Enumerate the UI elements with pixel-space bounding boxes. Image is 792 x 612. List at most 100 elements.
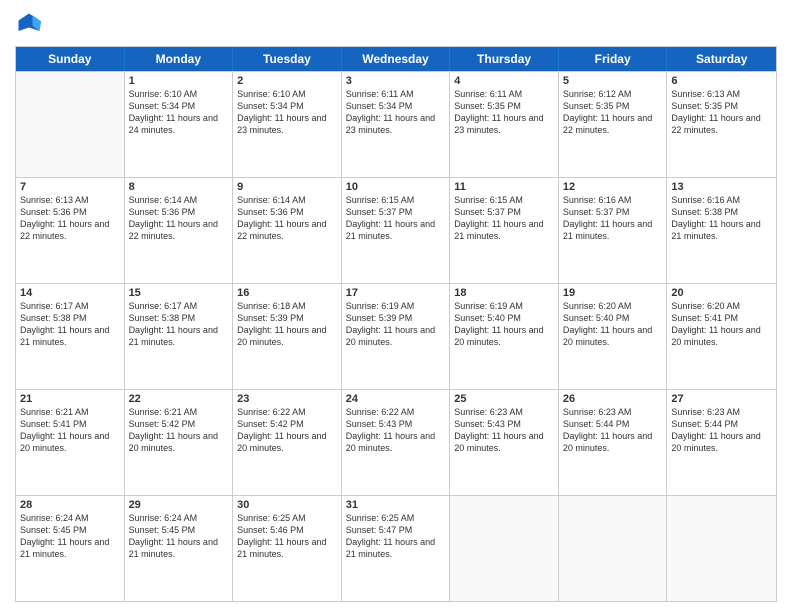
day-number: 3 — [346, 75, 446, 87]
day-cell-7: 7Sunrise: 6:13 AM Sunset: 5:36 PM Daylig… — [16, 178, 125, 283]
day-cell-30: 30Sunrise: 6:25 AM Sunset: 5:46 PM Dayli… — [233, 496, 342, 601]
day-cell-10: 10Sunrise: 6:15 AM Sunset: 5:37 PM Dayli… — [342, 178, 451, 283]
day-number: 31 — [346, 499, 446, 511]
calendar-week-4: 21Sunrise: 6:21 AM Sunset: 5:41 PM Dayli… — [16, 389, 776, 495]
day-number: 27 — [671, 393, 772, 405]
day-number: 5 — [563, 75, 663, 87]
day-info: Sunrise: 6:10 AM Sunset: 5:34 PM Dayligh… — [237, 88, 337, 137]
empty-cell — [667, 496, 776, 601]
day-info: Sunrise: 6:15 AM Sunset: 5:37 PM Dayligh… — [454, 194, 554, 243]
day-cell-18: 18Sunrise: 6:19 AM Sunset: 5:40 PM Dayli… — [450, 284, 559, 389]
day-cell-28: 28Sunrise: 6:24 AM Sunset: 5:45 PM Dayli… — [16, 496, 125, 601]
day-cell-9: 9Sunrise: 6:14 AM Sunset: 5:36 PM Daylig… — [233, 178, 342, 283]
day-cell-25: 25Sunrise: 6:23 AM Sunset: 5:43 PM Dayli… — [450, 390, 559, 495]
day-info: Sunrise: 6:11 AM Sunset: 5:34 PM Dayligh… — [346, 88, 446, 137]
calendar-week-2: 7Sunrise: 6:13 AM Sunset: 5:36 PM Daylig… — [16, 177, 776, 283]
day-number: 4 — [454, 75, 554, 87]
day-cell-2: 2Sunrise: 6:10 AM Sunset: 5:34 PM Daylig… — [233, 72, 342, 177]
day-info: Sunrise: 6:23 AM Sunset: 5:44 PM Dayligh… — [563, 406, 663, 455]
day-info: Sunrise: 6:15 AM Sunset: 5:37 PM Dayligh… — [346, 194, 446, 243]
day-cell-12: 12Sunrise: 6:16 AM Sunset: 5:37 PM Dayli… — [559, 178, 668, 283]
day-info: Sunrise: 6:14 AM Sunset: 5:36 PM Dayligh… — [237, 194, 337, 243]
day-cell-5: 5Sunrise: 6:12 AM Sunset: 5:35 PM Daylig… — [559, 72, 668, 177]
logo — [15, 10, 47, 38]
day-number: 7 — [20, 181, 120, 193]
day-cell-17: 17Sunrise: 6:19 AM Sunset: 5:39 PM Dayli… — [342, 284, 451, 389]
day-number: 8 — [129, 181, 229, 193]
day-number: 9 — [237, 181, 337, 193]
day-cell-16: 16Sunrise: 6:18 AM Sunset: 5:39 PM Dayli… — [233, 284, 342, 389]
day-number: 19 — [563, 287, 663, 299]
day-cell-22: 22Sunrise: 6:21 AM Sunset: 5:42 PM Dayli… — [125, 390, 234, 495]
day-cell-3: 3Sunrise: 6:11 AM Sunset: 5:34 PM Daylig… — [342, 72, 451, 177]
day-number: 30 — [237, 499, 337, 511]
day-info: Sunrise: 6:22 AM Sunset: 5:42 PM Dayligh… — [237, 406, 337, 455]
day-info: Sunrise: 6:11 AM Sunset: 5:35 PM Dayligh… — [454, 88, 554, 137]
day-info: Sunrise: 6:18 AM Sunset: 5:39 PM Dayligh… — [237, 300, 337, 349]
day-cell-15: 15Sunrise: 6:17 AM Sunset: 5:38 PM Dayli… — [125, 284, 234, 389]
logo-icon — [15, 10, 43, 38]
day-cell-20: 20Sunrise: 6:20 AM Sunset: 5:41 PM Dayli… — [667, 284, 776, 389]
day-of-week-wednesday: Wednesday — [342, 47, 451, 71]
day-cell-29: 29Sunrise: 6:24 AM Sunset: 5:45 PM Dayli… — [125, 496, 234, 601]
day-info: Sunrise: 6:12 AM Sunset: 5:35 PM Dayligh… — [563, 88, 663, 137]
day-cell-19: 19Sunrise: 6:20 AM Sunset: 5:40 PM Dayli… — [559, 284, 668, 389]
day-cell-6: 6Sunrise: 6:13 AM Sunset: 5:35 PM Daylig… — [667, 72, 776, 177]
calendar-week-5: 28Sunrise: 6:24 AM Sunset: 5:45 PM Dayli… — [16, 495, 776, 601]
day-info: Sunrise: 6:13 AM Sunset: 5:35 PM Dayligh… — [671, 88, 772, 137]
day-number: 16 — [237, 287, 337, 299]
day-cell-23: 23Sunrise: 6:22 AM Sunset: 5:42 PM Dayli… — [233, 390, 342, 495]
day-info: Sunrise: 6:24 AM Sunset: 5:45 PM Dayligh… — [20, 512, 120, 561]
day-number: 12 — [563, 181, 663, 193]
day-number: 13 — [671, 181, 772, 193]
day-number: 20 — [671, 287, 772, 299]
day-number: 26 — [563, 393, 663, 405]
day-cell-4: 4Sunrise: 6:11 AM Sunset: 5:35 PM Daylig… — [450, 72, 559, 177]
day-number: 1 — [129, 75, 229, 87]
day-cell-11: 11Sunrise: 6:15 AM Sunset: 5:37 PM Dayli… — [450, 178, 559, 283]
day-cell-26: 26Sunrise: 6:23 AM Sunset: 5:44 PM Dayli… — [559, 390, 668, 495]
day-info: Sunrise: 6:19 AM Sunset: 5:39 PM Dayligh… — [346, 300, 446, 349]
day-cell-8: 8Sunrise: 6:14 AM Sunset: 5:36 PM Daylig… — [125, 178, 234, 283]
day-cell-1: 1Sunrise: 6:10 AM Sunset: 5:34 PM Daylig… — [125, 72, 234, 177]
day-cell-13: 13Sunrise: 6:16 AM Sunset: 5:38 PM Dayli… — [667, 178, 776, 283]
day-cell-31: 31Sunrise: 6:25 AM Sunset: 5:47 PM Dayli… — [342, 496, 451, 601]
day-of-week-monday: Monday — [125, 47, 234, 71]
day-info: Sunrise: 6:25 AM Sunset: 5:46 PM Dayligh… — [237, 512, 337, 561]
day-number: 14 — [20, 287, 120, 299]
day-number: 2 — [237, 75, 337, 87]
day-info: Sunrise: 6:10 AM Sunset: 5:34 PM Dayligh… — [129, 88, 229, 137]
day-number: 17 — [346, 287, 446, 299]
day-info: Sunrise: 6:24 AM Sunset: 5:45 PM Dayligh… — [129, 512, 229, 561]
day-of-week-thursday: Thursday — [450, 47, 559, 71]
day-number: 22 — [129, 393, 229, 405]
day-cell-24: 24Sunrise: 6:22 AM Sunset: 5:43 PM Dayli… — [342, 390, 451, 495]
day-info: Sunrise: 6:22 AM Sunset: 5:43 PM Dayligh… — [346, 406, 446, 455]
day-number: 24 — [346, 393, 446, 405]
day-of-week-friday: Friday — [559, 47, 668, 71]
calendar-week-3: 14Sunrise: 6:17 AM Sunset: 5:38 PM Dayli… — [16, 283, 776, 389]
day-info: Sunrise: 6:13 AM Sunset: 5:36 PM Dayligh… — [20, 194, 120, 243]
day-info: Sunrise: 6:23 AM Sunset: 5:44 PM Dayligh… — [671, 406, 772, 455]
day-of-week-saturday: Saturday — [667, 47, 776, 71]
day-info: Sunrise: 6:23 AM Sunset: 5:43 PM Dayligh… — [454, 406, 554, 455]
day-info: Sunrise: 6:19 AM Sunset: 5:40 PM Dayligh… — [454, 300, 554, 349]
day-info: Sunrise: 6:20 AM Sunset: 5:41 PM Dayligh… — [671, 300, 772, 349]
day-number: 15 — [129, 287, 229, 299]
calendar-page: SundayMondayTuesdayWednesdayThursdayFrid… — [0, 0, 792, 612]
empty-cell — [16, 72, 125, 177]
day-cell-21: 21Sunrise: 6:21 AM Sunset: 5:41 PM Dayli… — [16, 390, 125, 495]
day-info: Sunrise: 6:21 AM Sunset: 5:41 PM Dayligh… — [20, 406, 120, 455]
day-number: 6 — [671, 75, 772, 87]
day-cell-27: 27Sunrise: 6:23 AM Sunset: 5:44 PM Dayli… — [667, 390, 776, 495]
day-of-week-sunday: Sunday — [16, 47, 125, 71]
day-info: Sunrise: 6:17 AM Sunset: 5:38 PM Dayligh… — [20, 300, 120, 349]
calendar-body: 1Sunrise: 6:10 AM Sunset: 5:34 PM Daylig… — [16, 71, 776, 601]
calendar-header: SundayMondayTuesdayWednesdayThursdayFrid… — [16, 47, 776, 71]
day-info: Sunrise: 6:16 AM Sunset: 5:37 PM Dayligh… — [563, 194, 663, 243]
day-info: Sunrise: 6:17 AM Sunset: 5:38 PM Dayligh… — [129, 300, 229, 349]
day-number: 29 — [129, 499, 229, 511]
day-cell-14: 14Sunrise: 6:17 AM Sunset: 5:38 PM Dayli… — [16, 284, 125, 389]
day-number: 10 — [346, 181, 446, 193]
day-number: 18 — [454, 287, 554, 299]
